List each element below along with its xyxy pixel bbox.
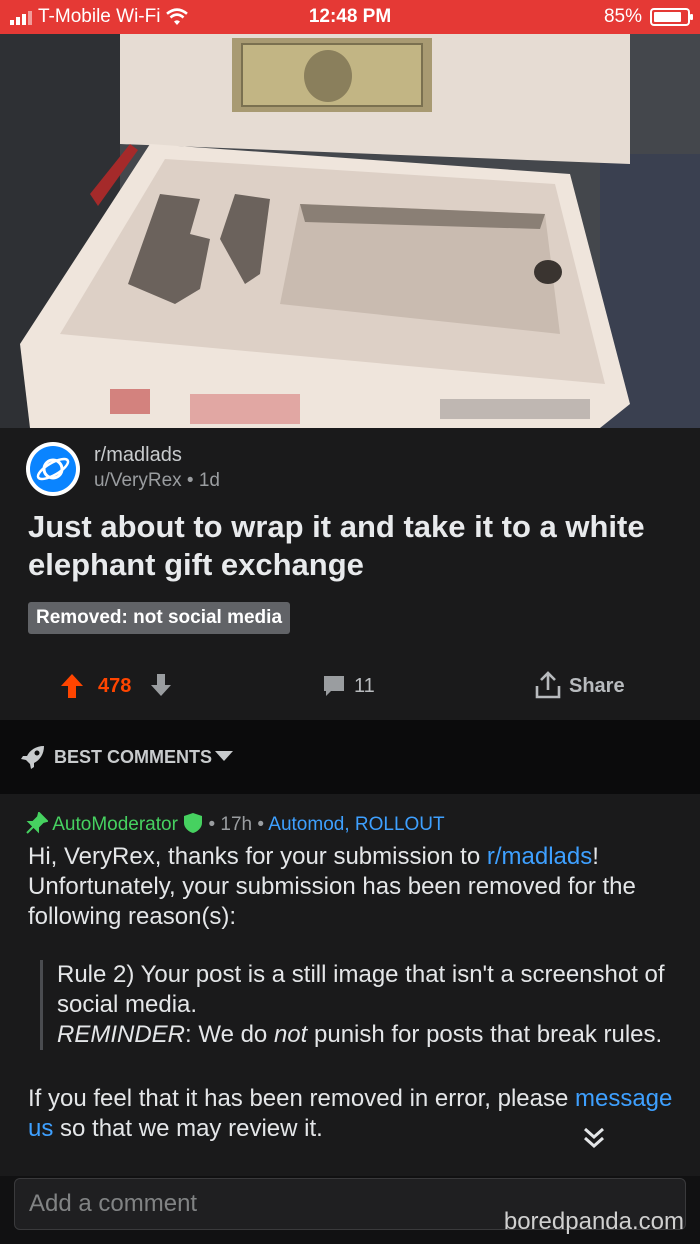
planet-icon xyxy=(36,457,70,481)
post-title: Just about to wrap it and take it to a w… xyxy=(28,509,645,582)
comment-header: AutoModerator • 17h • Automod, ROLLOUT xyxy=(26,811,445,836)
upvote-icon[interactable] xyxy=(60,673,84,699)
downvote-icon[interactable] xyxy=(150,673,172,697)
share-button[interactable]: Share xyxy=(569,675,625,698)
post-actions: 478 11 Share xyxy=(0,668,700,704)
status-bar: T-Mobile Wi-Fi 12:48 PM 85% xyxy=(0,0,700,34)
subreddit-avatar[interactable] xyxy=(26,442,80,496)
removed-badge: Removed: not social media xyxy=(28,602,291,634)
comment-body: Hi, VeryRex, thanks for your submission … xyxy=(28,842,678,1144)
post-card: r/madlads u/VeryRex • 1d Just about to w… xyxy=(0,428,700,720)
comment-quote: Rule 2) Your post is a still image that … xyxy=(40,960,678,1050)
battery-percent: 85% xyxy=(603,6,642,27)
user-flair: Automod, ROLLOUT xyxy=(268,814,445,835)
subreddit-name[interactable]: r/madlads xyxy=(94,444,182,467)
battery-icon xyxy=(650,8,693,26)
share-icon[interactable] xyxy=(534,670,562,700)
sort-label[interactable]: BEST COMMENTS xyxy=(54,747,212,768)
status-right: 85% xyxy=(603,6,693,28)
comment-author[interactable]: AutoModerator xyxy=(52,814,178,835)
expand-chevron-icon[interactable] xyxy=(580,1124,608,1152)
switch-box-photo xyxy=(0,34,700,428)
reminder-text: REMINDER: We do not punish for posts tha… xyxy=(57,1021,663,1048)
clock: 12:48 PM xyxy=(308,6,392,27)
comment-paragraph-1: Hi, VeryRex, thanks for your submission … xyxy=(28,843,636,930)
subreddit-link[interactable]: r/madlads xyxy=(487,843,592,870)
rule-text: Rule 2) Your post is a still image that … xyxy=(57,961,665,1018)
rocket-icon xyxy=(21,746,44,769)
moderator-shield-icon xyxy=(184,813,203,833)
vote-score: 478 xyxy=(98,675,132,697)
pin-icon xyxy=(26,811,49,834)
comment: AutoModerator • 17h • Automod, ROLLOUT H… xyxy=(0,794,700,1176)
chevron-down-icon[interactable] xyxy=(214,750,234,762)
comment-count[interactable]: 11 xyxy=(354,675,375,698)
watermark: boredpanda.com xyxy=(503,1208,684,1235)
comment-time: • 17h • xyxy=(208,814,265,835)
comment-icon[interactable] xyxy=(322,674,346,698)
comment-sort-bar[interactable]: BEST COMMENTS xyxy=(0,720,700,794)
post-image[interactable] xyxy=(0,34,700,428)
post-author-line[interactable]: u/VeryRex • 1d xyxy=(94,470,220,492)
